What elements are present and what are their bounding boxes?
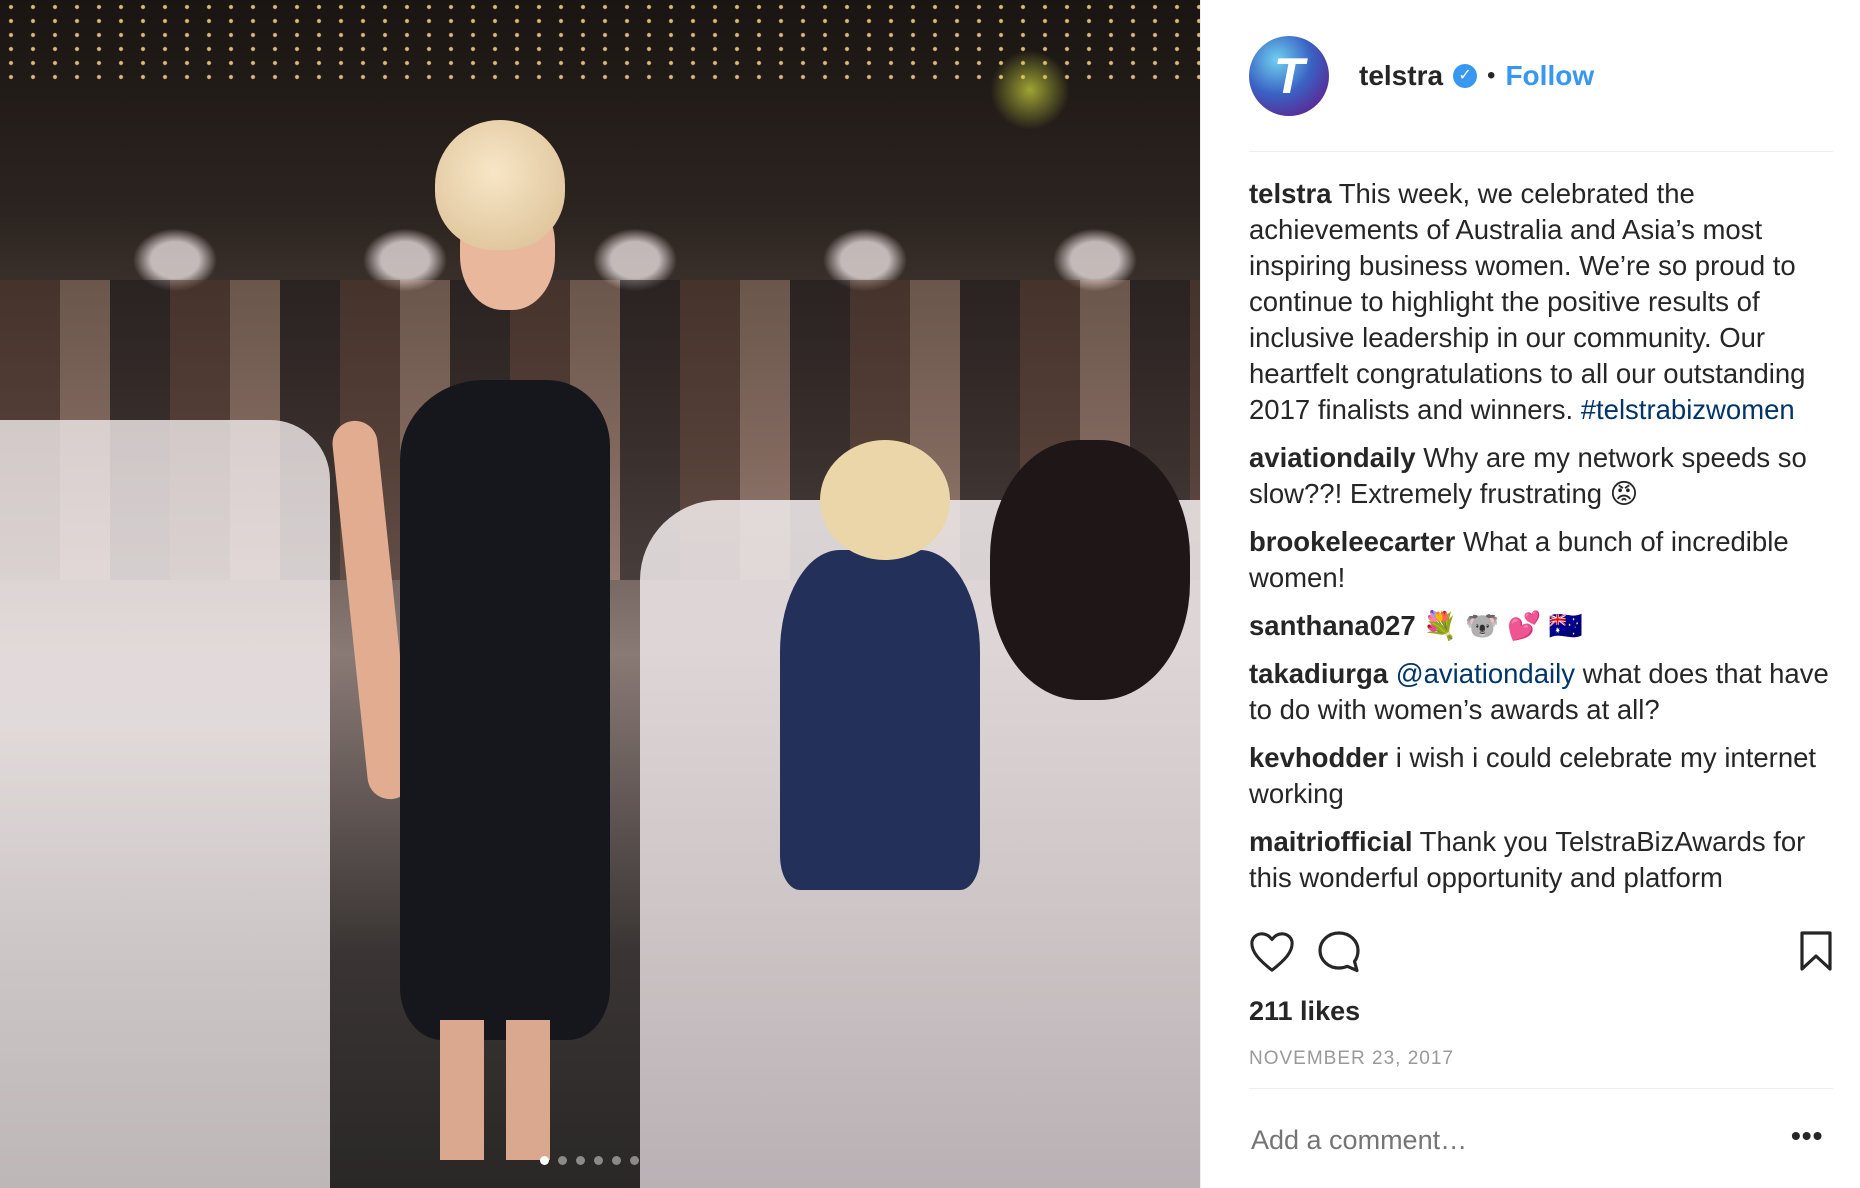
divider (1249, 1088, 1833, 1089)
carousel-dot[interactable] (540, 1156, 549, 1165)
verified-badge-icon: ✓ (1453, 64, 1478, 88)
comment-item: brookeleecarter What a bunch of incredib… (1249, 524, 1833, 596)
bookmark-icon[interactable] (1799, 930, 1833, 977)
comment-username[interactable]: brookeleecarter (1249, 526, 1455, 557)
carousel-dot[interactable] (558, 1156, 567, 1165)
comment-item: aviationdaily Why are my network speeds … (1249, 440, 1833, 512)
comments-list[interactable]: telstra This week, we celebrated the ach… (1249, 176, 1833, 910)
action-bar (1249, 930, 1833, 980)
comment-mention[interactable]: @aviationdaily (1388, 658, 1575, 689)
left-chairs (0, 420, 330, 1188)
comment-item: santhana027 💐 🐨 💕 🇦🇺 (1249, 608, 1833, 644)
comment-text: 💐 🐨 💕 🇦🇺 (1415, 610, 1584, 641)
header-separator: • (1487, 62, 1496, 89)
add-comment-input[interactable] (1249, 1124, 1753, 1157)
avatar[interactable]: T (1249, 36, 1329, 116)
more-options-icon[interactable]: ••• (1791, 1120, 1823, 1152)
comment-bubble-icon[interactable] (1317, 930, 1361, 979)
post-detail-panel: T telstra ✓ • Follow telstra This week, … (1200, 0, 1860, 1188)
comment-username[interactable]: maitriofficial (1249, 826, 1413, 857)
caption-username[interactable]: telstra (1249, 178, 1332, 209)
caption-text: This week, we celebrated the achievement… (1249, 178, 1806, 425)
comment-username[interactable]: takadiurga (1249, 658, 1388, 689)
heart-icon[interactable] (1249, 930, 1295, 979)
comment-username[interactable]: aviationdaily (1249, 442, 1416, 473)
carousel-indicator[interactable] (540, 1156, 639, 1165)
divider (1249, 151, 1833, 152)
standing-woman (330, 120, 640, 1160)
follow-button[interactable]: Follow (1505, 60, 1594, 92)
post-photo[interactable] (0, 0, 1200, 1188)
comment-item: maitriofficial Thank you TelstraBizAward… (1249, 824, 1833, 896)
carousel-dot[interactable] (612, 1156, 621, 1165)
carousel-dot[interactable] (594, 1156, 603, 1165)
avatar-glyph: T (1273, 48, 1305, 104)
comment-item: kevhodder i wish i could celebrate my in… (1249, 740, 1833, 812)
carousel-dot[interactable] (576, 1156, 585, 1165)
caption-hashtag[interactable]: #telstrabizwomen (1581, 394, 1795, 425)
post-username[interactable]: telstra (1359, 60, 1443, 92)
comment-username[interactable]: santhana027 (1249, 610, 1416, 641)
carousel-dot[interactable] (630, 1156, 639, 1165)
post-date: NOVEMBER 23, 2017 (1249, 1048, 1454, 1069)
lens-flare (990, 50, 1070, 130)
caption: telstra This week, we celebrated the ach… (1249, 176, 1833, 428)
post-header: T telstra ✓ • Follow (1249, 36, 1829, 116)
seated-women (780, 420, 1200, 1020)
comment-item: takadiurga @aviationdaily what does that… (1249, 656, 1833, 728)
likes-count[interactable]: 211 likes (1249, 996, 1360, 1027)
comment-username[interactable]: kevhodder (1249, 742, 1388, 773)
